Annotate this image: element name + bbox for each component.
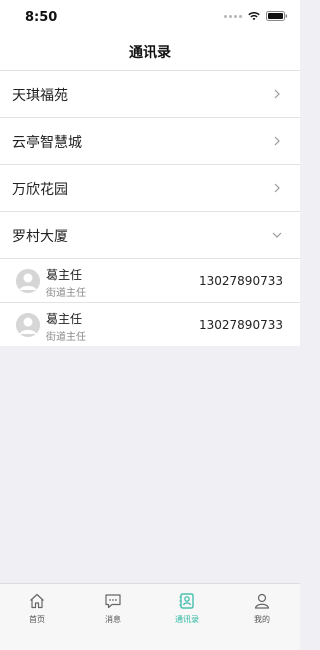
tab-contacts[interactable]: 通讯录 xyxy=(162,592,212,625)
tab-profile[interactable]: 我的 xyxy=(237,592,287,625)
contacts-icon xyxy=(179,593,194,609)
contact-name: 葛主任 xyxy=(46,268,83,282)
status-time: 8:50 xyxy=(25,10,58,25)
page-title: 通讯录 xyxy=(129,45,171,61)
wifi-icon xyxy=(248,11,260,21)
chevron-right-icon xyxy=(274,136,280,146)
contact-row[interactable]: 葛主任 街道主任 13027890733 xyxy=(0,302,300,346)
tab-bar: 首页 消息 通讯录 我的 xyxy=(0,583,300,650)
group-label: 天琪福苑 xyxy=(12,88,68,104)
contact-name: 葛主任 xyxy=(46,312,83,326)
contact-phone[interactable]: 13027890733 xyxy=(199,274,283,288)
status-indicators xyxy=(224,11,288,21)
cellular-signal-icon xyxy=(224,14,242,18)
group-row-tianqi-fuyuan[interactable]: 天琪福苑 xyxy=(0,70,300,117)
contact-row[interactable]: 葛主任 街道主任 13027890733 xyxy=(0,258,300,302)
tab-home[interactable]: 首页 xyxy=(12,592,62,625)
tab-home-label: 首页 xyxy=(29,615,45,624)
home-icon xyxy=(30,593,44,609)
group-row-wanxin-huayuan[interactable]: 万欣花园 xyxy=(0,164,300,211)
contact-role: 街道主任 xyxy=(46,288,86,299)
chevron-down-icon xyxy=(272,232,282,238)
message-icon xyxy=(105,594,121,609)
contact-role: 街道主任 xyxy=(46,332,86,343)
tab-profile-label: 我的 xyxy=(254,615,270,624)
avatar xyxy=(16,313,40,337)
group-label: 罗村大厦 xyxy=(12,229,68,245)
group-row-luocun-dasha[interactable]: 罗村大厦 xyxy=(0,211,300,258)
chevron-right-icon xyxy=(274,183,280,193)
tab-messages-label: 消息 xyxy=(105,615,121,624)
tab-contacts-label: 通讯录 xyxy=(175,615,199,624)
avatar-icon xyxy=(16,269,40,293)
avatar-icon xyxy=(16,313,40,337)
group-label: 云亭智慧城 xyxy=(12,135,82,151)
chevron-right-icon xyxy=(274,89,280,99)
group-row-yunting-zhihuicheng[interactable]: 云亭智慧城 xyxy=(0,117,300,164)
tab-messages[interactable]: 消息 xyxy=(88,592,138,625)
status-bar: 8:50 xyxy=(0,0,300,34)
battery-icon xyxy=(266,11,288,21)
contact-list: 天琪福苑 云亭智慧城 万欣花园 罗村大厦 葛主任 街道主任 1302789073… xyxy=(0,70,300,346)
group-label: 万欣花园 xyxy=(12,182,68,198)
avatar xyxy=(16,269,40,293)
contact-phone[interactable]: 13027890733 xyxy=(199,318,283,332)
profile-icon xyxy=(254,593,270,609)
top-area: 8:50 通讯录 xyxy=(0,0,300,70)
